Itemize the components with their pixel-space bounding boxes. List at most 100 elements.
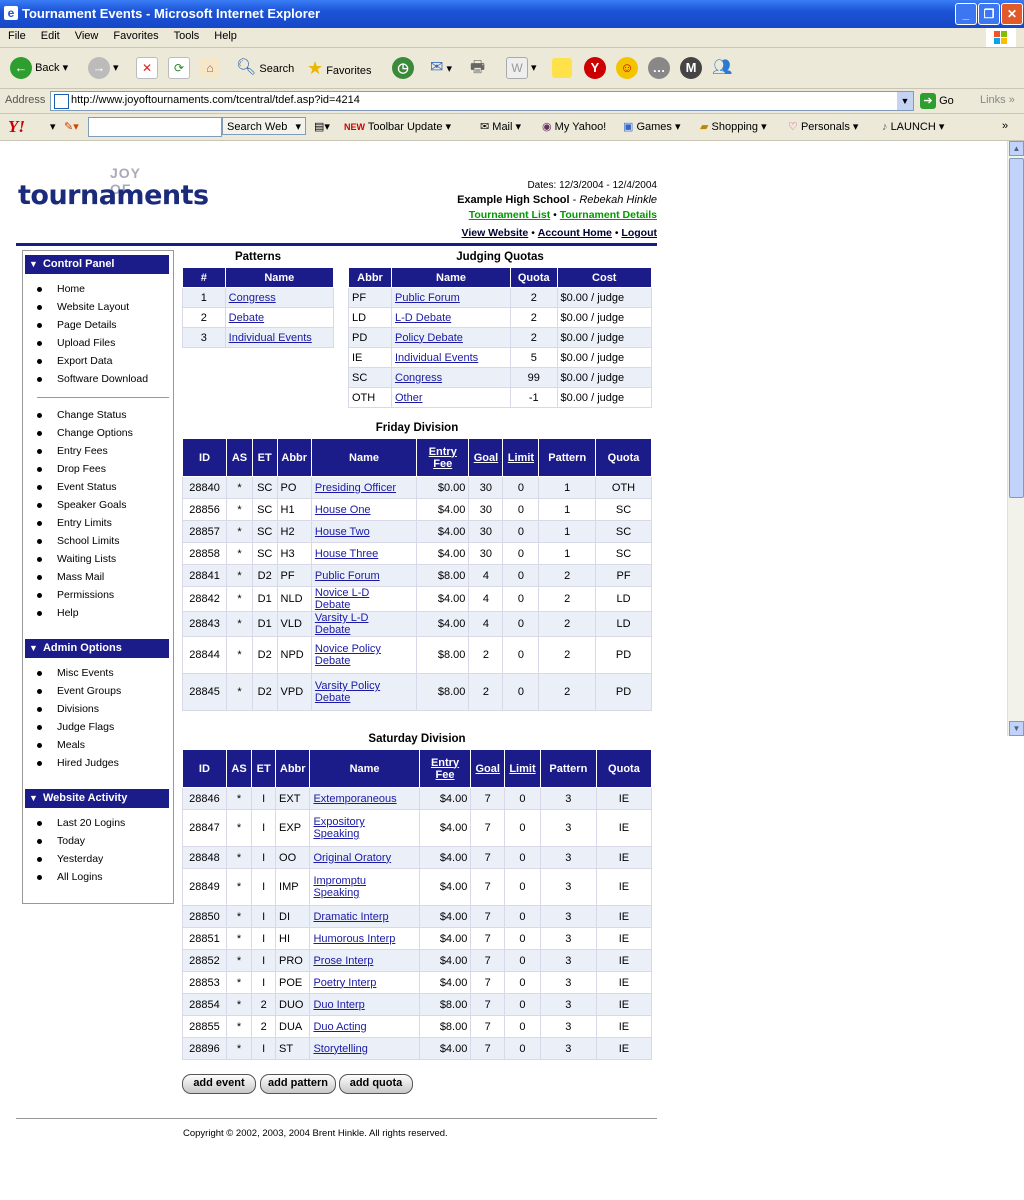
sidebar-item-change-options[interactable]: Change Options bbox=[57, 427, 133, 439]
sidebar-item-judge-flags[interactable]: Judge Flags bbox=[57, 721, 114, 733]
personals-link[interactable]: ♡ Personals ▾ bbox=[788, 120, 858, 133]
sidebar-item-school-limits[interactable]: School Limits bbox=[57, 535, 119, 547]
logout-link[interactable]: Logout bbox=[621, 227, 657, 239]
sidebar-item-hired-judges[interactable]: Hired Judges bbox=[57, 757, 119, 769]
yahoo-logo-dropdown-icon[interactable]: ▾ bbox=[50, 120, 56, 133]
event-link[interactable]: Expository Speaking bbox=[313, 816, 403, 840]
stop-button[interactable]: ✕ bbox=[136, 56, 158, 80]
event-link[interactable]: Prose Interp bbox=[313, 955, 373, 967]
maximize-button[interactable]: ❐ bbox=[978, 3, 1000, 25]
close-button[interactable]: ✕ bbox=[1001, 3, 1023, 25]
back-button[interactable]: ← Back ▾ bbox=[10, 56, 68, 80]
toolbar-options-icon[interactable]: ▤▾ bbox=[314, 120, 330, 133]
event-link[interactable]: House Three bbox=[315, 548, 378, 560]
print-button[interactable]: 🖶 bbox=[470, 56, 485, 80]
sidebar-item-event-status[interactable]: Event Status bbox=[57, 481, 117, 493]
scroll-thumb[interactable] bbox=[1009, 158, 1024, 498]
messenger-m-button[interactable]: M bbox=[680, 56, 702, 80]
event-link[interactable]: Duo Interp bbox=[313, 999, 364, 1011]
favorites-button[interactable]: ★ Favorites bbox=[307, 56, 371, 80]
event-link[interactable]: Policy Debate bbox=[395, 332, 463, 344]
vertical-scrollbar[interactable]: ▲ ▼ bbox=[1007, 141, 1024, 736]
event-link[interactable]: Storytelling bbox=[313, 1043, 367, 1055]
column-header[interactable]: Limit bbox=[504, 749, 541, 788]
sidebar-item-all-logins[interactable]: All Logins bbox=[57, 871, 103, 883]
view-website-link[interactable]: View Website bbox=[462, 227, 529, 239]
sidebar-item-last-20-logins[interactable]: Last 20 Logins bbox=[57, 817, 125, 829]
event-link[interactable]: Duo Acting bbox=[313, 1021, 366, 1033]
event-link[interactable]: Novice L-D Debate bbox=[315, 587, 405, 611]
sidebar-item-website-layout[interactable]: Website Layout bbox=[57, 301, 129, 313]
event-link[interactable]: Humorous Interp bbox=[313, 933, 395, 945]
event-link[interactable]: Extemporaneous bbox=[313, 793, 396, 805]
event-link[interactable]: House Two bbox=[315, 526, 370, 538]
event-link[interactable]: Impromptu Speaking bbox=[313, 875, 403, 899]
mail-link[interactable]: ✉ Mail ▾ bbox=[480, 120, 521, 133]
sidebar-item-entry-limits[interactable]: Entry Limits bbox=[57, 517, 112, 529]
buddies-button[interactable]: 👥︎ bbox=[712, 56, 732, 80]
mail-button[interactable]: ✉ ▾ bbox=[430, 56, 452, 80]
event-link[interactable]: Varsity Policy Debate bbox=[315, 680, 405, 704]
add-quota-button[interactable]: add quota bbox=[339, 1074, 413, 1094]
event-link[interactable]: Novice Policy Debate bbox=[315, 643, 405, 667]
launch-link[interactable]: ♪ LAUNCH ▾ bbox=[882, 120, 944, 133]
event-link[interactable]: Individual Events bbox=[229, 332, 312, 344]
games-link[interactable]: ▣ Games ▾ bbox=[623, 120, 681, 133]
sidebar-item-page-details[interactable]: Page Details bbox=[57, 319, 117, 331]
smiley-button[interactable]: ☺ bbox=[616, 56, 638, 80]
event-link[interactable]: Varsity L-D Debate bbox=[315, 612, 405, 636]
menu-view[interactable]: View bbox=[67, 28, 106, 42]
sidebar-item-today[interactable]: Today bbox=[57, 835, 85, 847]
sidebar-item-entry-fees[interactable]: Entry Fees bbox=[57, 445, 108, 457]
tournament-list-link[interactable]: Tournament List bbox=[469, 209, 550, 221]
tournament-details-link[interactable]: Tournament Details bbox=[560, 209, 657, 221]
sidebar-item-change-status[interactable]: Change Status bbox=[57, 409, 126, 421]
sidebar-item-divisions[interactable]: Divisions bbox=[57, 703, 99, 715]
address-input[interactable]: http://www.joyoftournaments.com/tcentral… bbox=[50, 91, 914, 111]
event-link[interactable]: Congress bbox=[229, 292, 276, 304]
history-button[interactable]: ◷ bbox=[392, 56, 414, 80]
refresh-button[interactable]: ⟳ bbox=[168, 56, 190, 80]
sidebar-item-export-data[interactable]: Export Data bbox=[57, 355, 112, 367]
event-link[interactable]: House One bbox=[315, 504, 371, 516]
search-button[interactable]: 🔍︎ Search bbox=[236, 56, 294, 80]
address-dropdown-icon[interactable]: ▼ bbox=[897, 92, 913, 110]
sidebar-item-yesterday[interactable]: Yesterday bbox=[57, 853, 103, 865]
add-pattern-button[interactable]: add pattern bbox=[260, 1074, 336, 1094]
minimize-button[interactable]: _ bbox=[955, 3, 977, 25]
admin-options-header[interactable]: ▼ Admin Options bbox=[25, 639, 169, 658]
yahoo-logo[interactable]: Y! bbox=[8, 117, 25, 137]
sidebar-item-software-download[interactable]: Software Download bbox=[57, 373, 148, 385]
event-link[interactable]: Original Oratory bbox=[313, 852, 391, 864]
add-event-button[interactable]: add event bbox=[182, 1074, 256, 1094]
menu-file[interactable]: File bbox=[0, 28, 33, 42]
column-header[interactable]: Entry Fee bbox=[416, 438, 470, 477]
event-link[interactable]: Public Forum bbox=[315, 570, 380, 582]
sidebar-item-home[interactable]: Home bbox=[57, 283, 85, 295]
event-link[interactable]: Other bbox=[395, 392, 423, 404]
yahoo-messenger-button[interactable]: Y bbox=[584, 56, 606, 80]
sidebar-item-permissions[interactable]: Permissions bbox=[57, 589, 114, 601]
event-link[interactable]: Public Forum bbox=[395, 292, 460, 304]
shopping-link[interactable]: ▰ Shopping ▾ bbox=[700, 120, 767, 133]
event-link[interactable]: L-D Debate bbox=[395, 312, 451, 324]
edit-button[interactable]: W ▾ bbox=[506, 56, 537, 80]
menu-help[interactable]: Help bbox=[206, 28, 244, 42]
toolbar-update-link[interactable]: NEW Toolbar Update ▾ bbox=[344, 120, 451, 133]
column-header[interactable]: Goal bbox=[470, 749, 506, 788]
sidebar-item-upload-files[interactable]: Upload Files bbox=[57, 337, 115, 349]
search-web-button[interactable]: Search Web ▾ bbox=[222, 117, 306, 135]
menu-favorites[interactable]: Favorites bbox=[105, 28, 165, 42]
event-link[interactable]: Dramatic Interp bbox=[313, 911, 388, 923]
my-yahoo-link[interactable]: ◉ My Yahoo! bbox=[542, 120, 606, 133]
event-link[interactable]: Poetry Interp bbox=[313, 977, 376, 989]
sidebar-item-mass-mail[interactable]: Mass Mail bbox=[57, 571, 104, 583]
scroll-down-icon[interactable]: ▼ bbox=[1009, 721, 1024, 736]
scroll-up-icon[interactable]: ▲ bbox=[1009, 141, 1024, 156]
sidebar-item-help[interactable]: Help bbox=[57, 607, 79, 619]
sidebar-item-meals[interactable]: Meals bbox=[57, 739, 85, 751]
menu-tools[interactable]: Tools bbox=[166, 28, 207, 42]
account-home-link[interactable]: Account Home bbox=[538, 227, 612, 239]
forward-button[interactable]: → ▾ bbox=[88, 56, 119, 80]
event-link[interactable]: Debate bbox=[229, 312, 264, 324]
